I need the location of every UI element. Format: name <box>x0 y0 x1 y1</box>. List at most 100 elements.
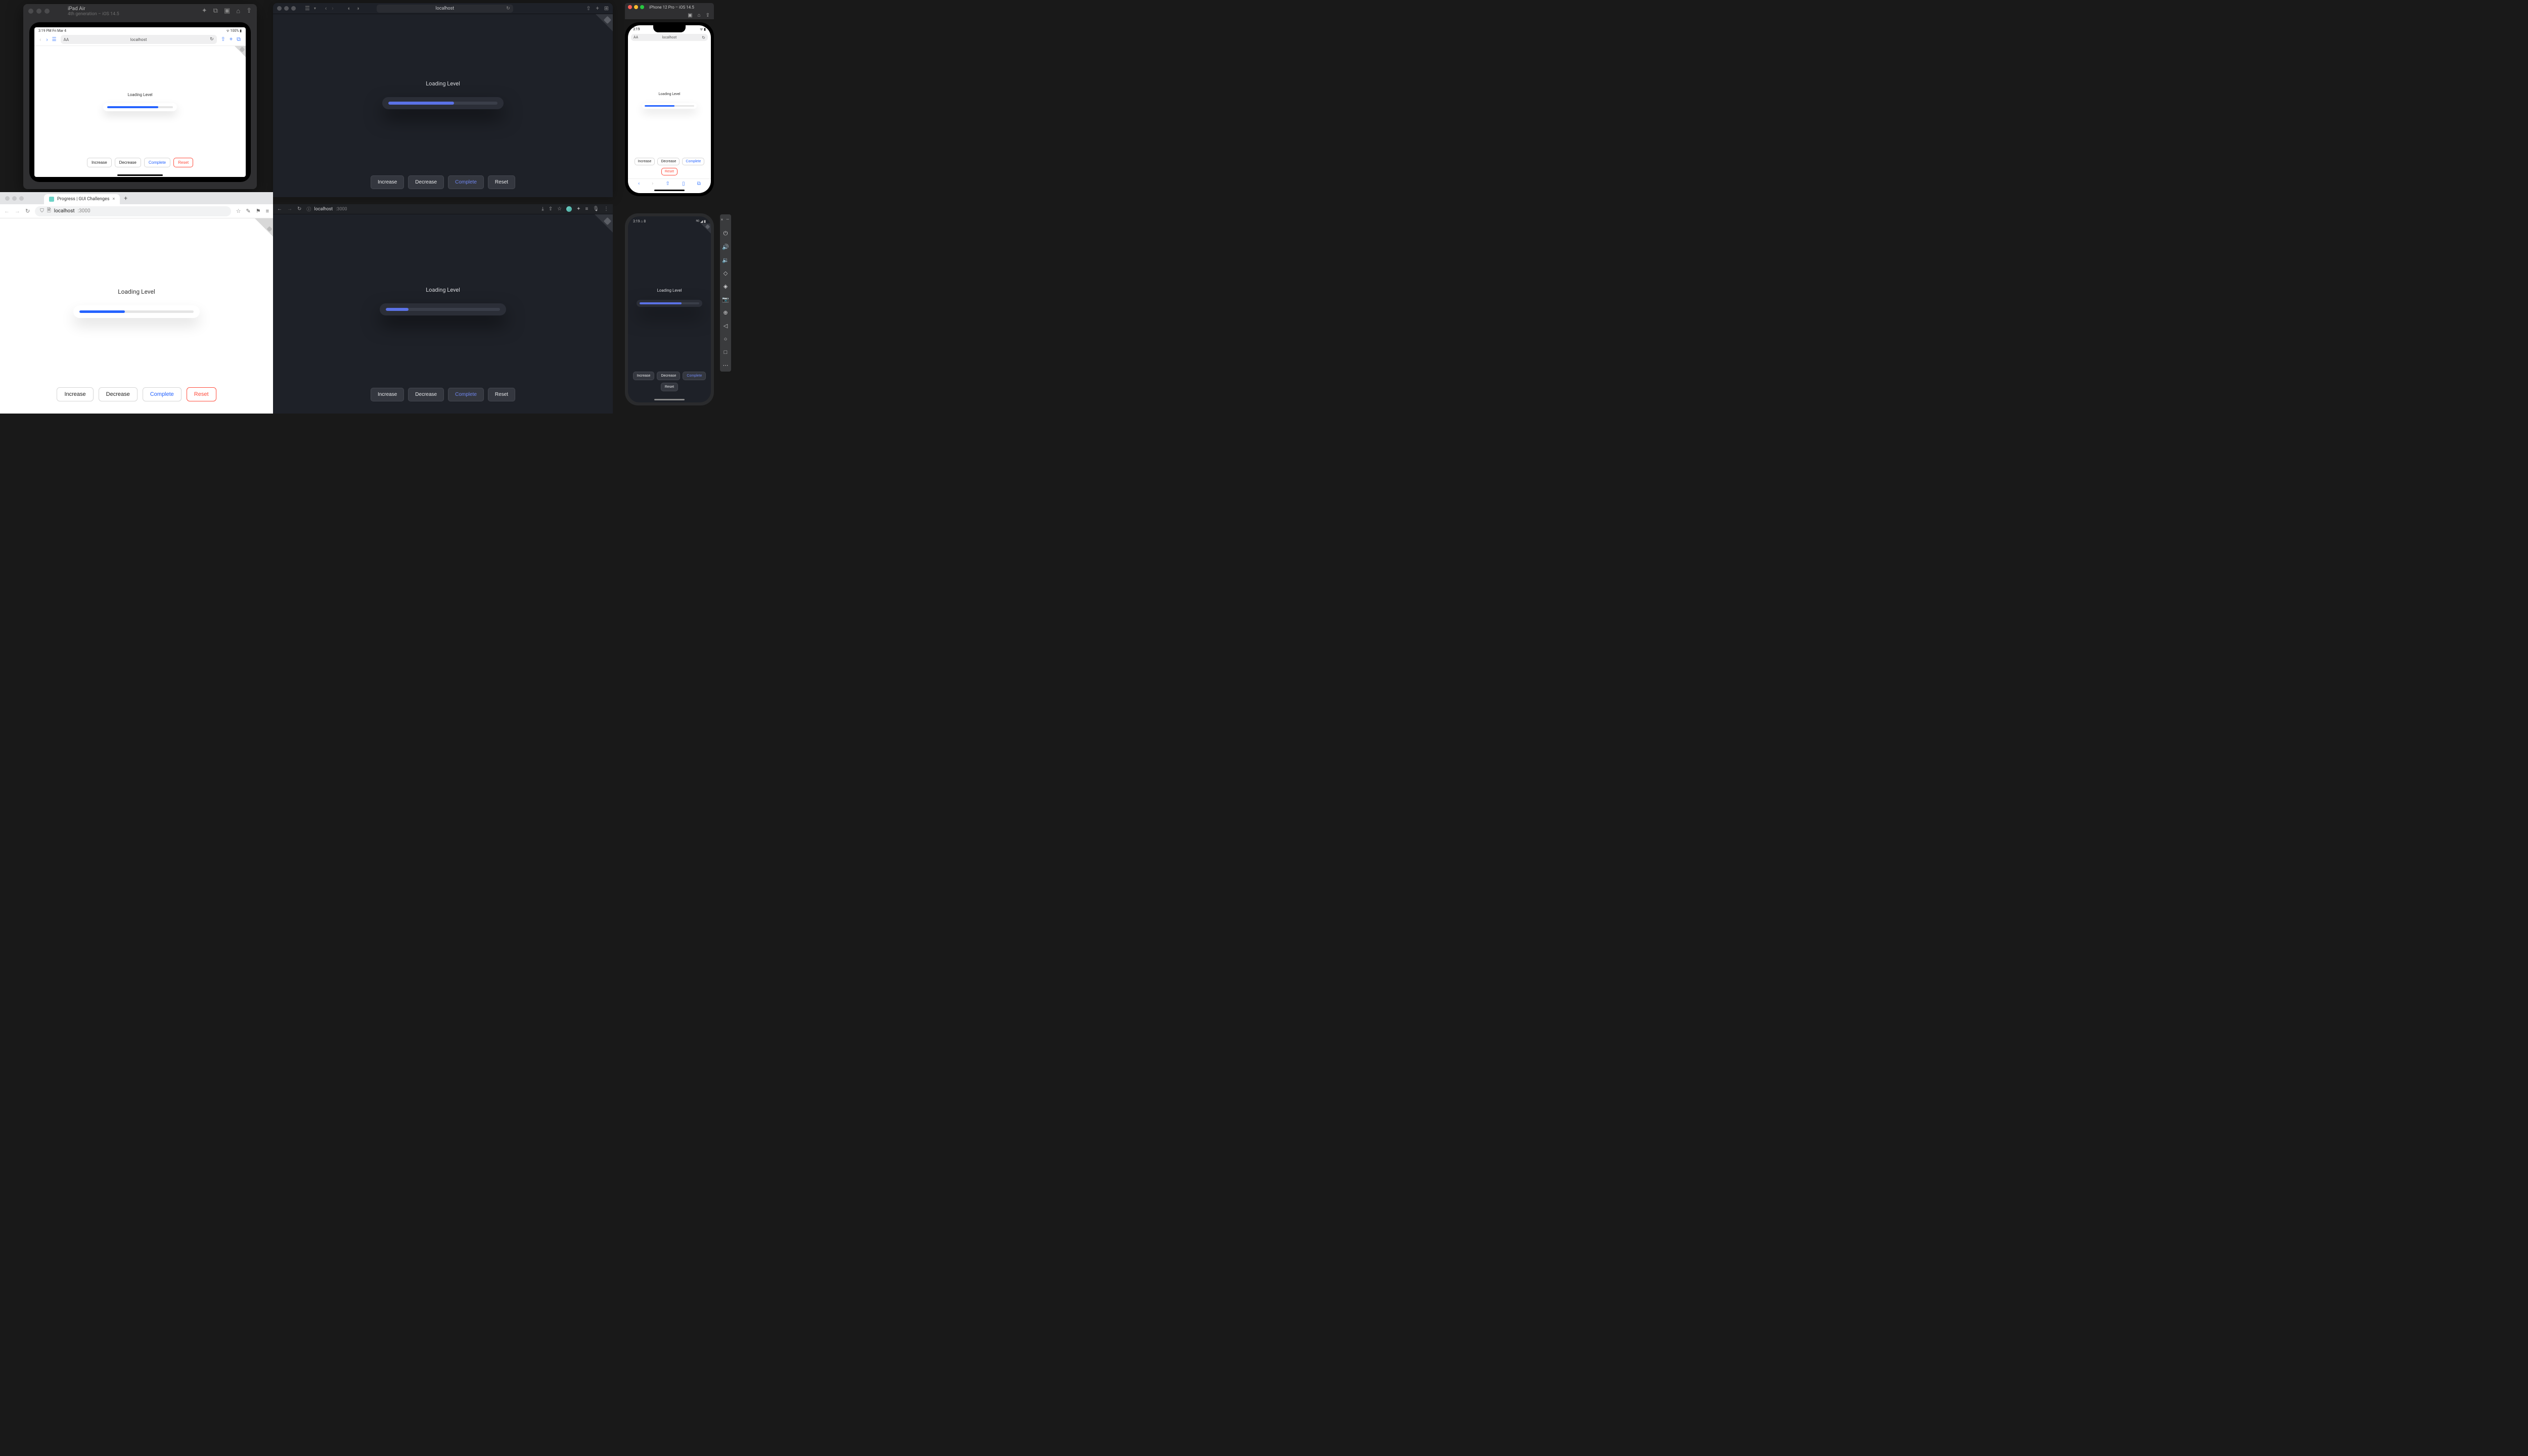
dropdown-icon[interactable]: ▾ <box>314 6 316 11</box>
maximize-dot[interactable] <box>44 9 50 14</box>
sidebar-icon[interactable]: ☰ <box>52 37 57 42</box>
reset-button[interactable]: Reset <box>661 383 678 391</box>
gesture-bar[interactable] <box>628 399 711 400</box>
home-icon[interactable]: ⌂ <box>236 7 240 15</box>
back-icon[interactable]: ◁ <box>724 323 728 329</box>
volume-down-icon[interactable]: 🔉 <box>722 257 729 263</box>
tabs-icon[interactable]: ⊞ <box>604 5 609 12</box>
reload-button[interactable]: ↻ <box>25 208 30 214</box>
rotate-right-icon[interactable]: ◈ <box>724 283 728 290</box>
bookmarks-icon[interactable]: ▯ <box>682 181 685 187</box>
reload-icon[interactable]: ↻ <box>506 6 510 11</box>
back-button[interactable]: ‹ <box>39 36 41 43</box>
reader-icon[interactable]: AA <box>64 37 69 42</box>
complete-button[interactable]: Complete <box>144 158 170 167</box>
screenshot-icon[interactable]: ▣ <box>688 13 692 18</box>
screenshot-icon[interactable]: ⧉ <box>213 7 218 15</box>
close-dot[interactable] <box>277 6 282 11</box>
minimize-dot[interactable] <box>634 5 638 9</box>
fold-corner-icon[interactable] <box>701 223 711 234</box>
complete-button[interactable]: Complete <box>682 158 704 165</box>
new-tab-button[interactable]: + <box>124 195 127 202</box>
share-icon[interactable]: ⇧ <box>586 5 591 12</box>
url-field[interactable]: AA localhost ↻ <box>631 34 708 41</box>
complete-button[interactable]: Complete <box>448 175 484 189</box>
home-icon[interactable]: ○ <box>724 336 728 342</box>
extensions-icon[interactable]: ✦ <box>576 206 580 212</box>
decrease-button[interactable]: Decrease <box>99 387 138 401</box>
maximize-dot[interactable] <box>291 6 296 11</box>
increase-button[interactable]: Increase <box>371 175 404 189</box>
minimize-dot[interactable] <box>284 6 289 11</box>
record-icon[interactable]: ▣ <box>224 7 230 15</box>
minimize-dot[interactable] <box>12 196 17 201</box>
close-dot[interactable] <box>28 9 33 14</box>
maximize-dot[interactable] <box>640 5 644 9</box>
increase-button[interactable]: Increase <box>371 388 404 401</box>
share-icon[interactable]: ⇧ <box>221 36 225 43</box>
fold-corner-icon[interactable] <box>595 214 613 233</box>
menu-icon[interactable]: ⋮ <box>604 206 609 212</box>
complete-button[interactable]: Complete <box>143 387 182 401</box>
increase-button[interactable]: Increase <box>633 372 655 380</box>
fold-corner-icon[interactable] <box>235 46 246 57</box>
forward-button[interactable]: › <box>332 5 333 12</box>
home-icon[interactable]: ⌂ <box>698 13 701 18</box>
privacy-icon[interactable]: ◑ <box>356 5 359 12</box>
shield-icon[interactable]: ◐ <box>348 5 351 12</box>
camera-icon[interactable]: 📷 <box>722 296 729 303</box>
back-button[interactable]: ← <box>277 206 282 212</box>
site-info-icon[interactable]: 🗎 <box>47 207 51 215</box>
menu-icon[interactable]: ≡ <box>266 208 269 214</box>
reset-button[interactable]: Reset <box>488 388 515 401</box>
reload-button[interactable]: ↻ <box>297 206 301 212</box>
decrease-button[interactable]: Decrease <box>115 158 141 167</box>
decrease-button[interactable]: Decrease <box>408 175 444 189</box>
reader-icon[interactable]: AA <box>634 35 638 39</box>
overview-icon[interactable]: □ <box>724 349 728 355</box>
increase-button[interactable]: Increase <box>635 158 655 165</box>
reading-list-icon[interactable]: ≡ <box>585 206 588 212</box>
reload-icon[interactable]: ↻ <box>210 37 214 42</box>
complete-button[interactable]: Complete <box>448 388 484 401</box>
back-button[interactable]: ‹ <box>638 181 640 187</box>
forward-button[interactable]: › <box>46 36 48 43</box>
shield-icon[interactable]: ⛉ <box>40 208 44 214</box>
fold-corner-icon[interactable] <box>255 218 273 237</box>
maximize-dot[interactable] <box>19 196 24 201</box>
reset-button[interactable]: Reset <box>661 168 678 175</box>
share-icon[interactable]: ⇧ <box>549 206 553 212</box>
forward-button[interactable]: → <box>15 208 20 214</box>
url-field[interactable]: ⓘ localhost:3000 <box>306 206 347 212</box>
url-field[interactable]: AA localhost ↻ <box>61 35 217 44</box>
url-field[interactable]: ⛉ 🗎 localhost:3000 <box>35 206 231 216</box>
back-button[interactable]: ‹ <box>325 5 327 12</box>
share-icon[interactable]: ⇪ <box>246 7 252 15</box>
fold-corner-icon[interactable] <box>596 14 613 31</box>
extension-icon[interactable]: ✎ <box>246 208 250 214</box>
forward-button[interactable]: → <box>287 206 292 212</box>
close-icon[interactable]: × — <box>721 217 731 222</box>
home-indicator[interactable] <box>654 190 685 191</box>
url-field[interactable]: localhost ↻ <box>377 5 513 13</box>
complete-button[interactable]: Complete <box>683 372 706 380</box>
rotate-left-icon[interactable]: ◇ <box>724 270 728 277</box>
decrease-button[interactable]: Decrease <box>408 388 444 401</box>
minimize-dot[interactable] <box>36 9 41 14</box>
extension-icon[interactable] <box>566 206 572 212</box>
close-dot[interactable] <box>628 5 632 9</box>
share-icon[interactable]: ⇪ <box>706 13 710 18</box>
decrease-button[interactable]: Decrease <box>657 158 680 165</box>
close-tab-icon[interactable]: × <box>112 197 115 202</box>
reset-button[interactable]: Reset <box>488 175 515 189</box>
home-indicator[interactable] <box>117 174 163 176</box>
install-icon[interactable]: ⤓ <box>541 206 544 212</box>
tabs-icon[interactable]: ⧉ <box>237 36 241 43</box>
power-icon[interactable]: ⏻ <box>724 230 728 237</box>
back-button[interactable]: ← <box>4 208 10 214</box>
zoom-icon[interactable]: ⊕ <box>723 309 728 316</box>
decrease-button[interactable]: Decrease <box>657 372 680 380</box>
reload-icon[interactable]: ↻ <box>702 35 705 40</box>
extension-icon[interactable]: ⚑ <box>256 208 261 214</box>
browser-tab[interactable]: Progress | GUI Challenges × <box>44 194 120 204</box>
